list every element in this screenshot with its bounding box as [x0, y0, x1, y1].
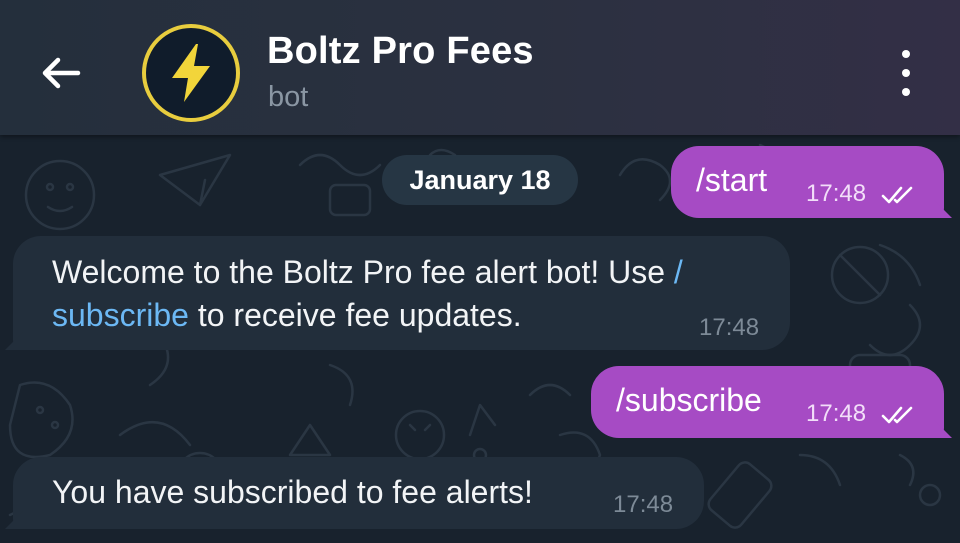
menu-dot	[902, 88, 910, 96]
subscribe-command-link[interactable]: subscribe	[52, 297, 189, 333]
command-link[interactable]: /	[674, 254, 683, 290]
back-button[interactable]	[34, 48, 88, 98]
chat-status: bot	[268, 81, 309, 113]
message-text: to receive fee updates.	[188, 297, 522, 333]
double-check-icon	[881, 186, 913, 204]
message-time: 17:48	[613, 491, 674, 518]
arrow-left-icon	[42, 57, 81, 89]
more-options-button[interactable]	[890, 50, 922, 96]
chat-header: Boltz Pro Fees bot	[0, 0, 960, 135]
lightning-bolt-icon	[172, 44, 210, 102]
message-text: /subscribe	[616, 382, 762, 418]
outgoing-message[interactable]: /subscribe 17:48	[591, 366, 952, 438]
chat-screen: Boltz Pro Fees bot January 18 /start 17:…	[0, 0, 960, 543]
message-text-line-1: Welcome to the Boltz Pro fee alert bot! …	[52, 254, 683, 291]
message-text: /start	[696, 162, 768, 198]
message-text: Welcome to the Boltz Pro fee alert bot! …	[52, 254, 674, 290]
date-separator: January 18	[382, 155, 578, 205]
message-text-line-2: subscribe to receive fee updates.	[52, 297, 522, 334]
outgoing-message[interactable]: /start 17:48	[671, 146, 952, 218]
double-check-icon	[881, 406, 913, 424]
message-time: 17:48	[699, 314, 760, 341]
avatar[interactable]	[142, 24, 240, 122]
message-time: 17:48	[806, 180, 867, 207]
message-text: You have subscribed to fee alerts!	[52, 474, 533, 510]
menu-dot	[902, 69, 910, 77]
message-time: 17:48	[806, 400, 867, 427]
chat-title[interactable]: Boltz Pro Fees	[267, 30, 534, 73]
incoming-message[interactable]: You have subscribed to fee alerts! 17:48	[5, 457, 704, 529]
more-vertical-icon	[902, 50, 910, 58]
incoming-message[interactable]: Welcome to the Boltz Pro fee alert bot! …	[5, 236, 790, 350]
